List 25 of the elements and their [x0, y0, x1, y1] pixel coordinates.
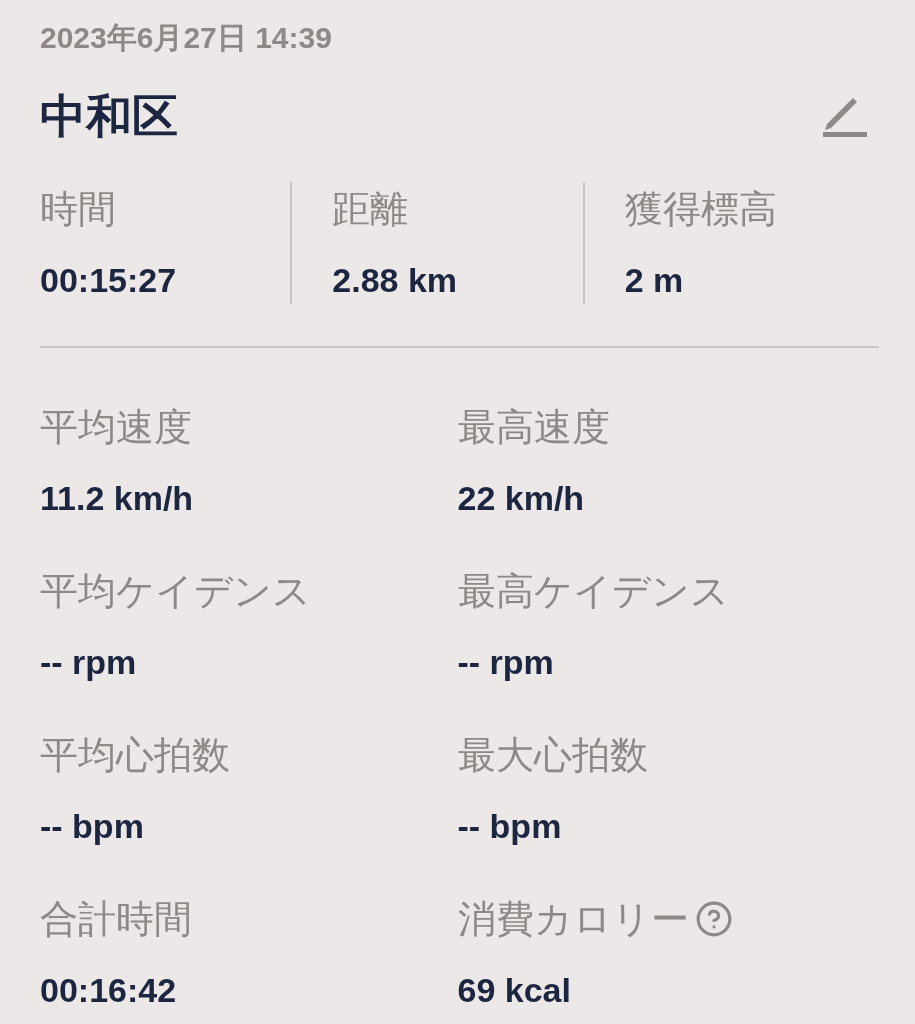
stat-value: 22 km/h	[457, 478, 586, 518]
stat-label: 合計時間	[40, 897, 192, 942]
stat-value: 00:16:42	[40, 970, 178, 1010]
stat-label: 時間	[40, 187, 117, 232]
stat-value: 69 kcal	[457, 970, 572, 1010]
stat-value: 00:15:27	[40, 260, 178, 300]
stat-label: 最高速度	[457, 405, 610, 450]
stat-label: 最大心拍数	[457, 733, 648, 778]
stat-label: 平均心拍数	[40, 733, 230, 778]
stat-value: -- rpm	[40, 642, 138, 682]
stat-label: 距離	[332, 187, 410, 232]
page-title: 中和区	[40, 89, 178, 144]
stat-label: 平均速度	[40, 405, 192, 450]
stat-value: 2 m	[624, 260, 685, 300]
stat-value: -- bpm	[40, 806, 145, 846]
date-time: 2023年6月27日 14:39	[40, 20, 333, 56]
stat-value: 11.2 km/h	[40, 478, 195, 518]
stat-value: -- rpm	[457, 642, 555, 682]
stat-label: 平均ケイデンス	[40, 569, 311, 614]
stat-label: 消費カロリー	[457, 897, 689, 942]
stat-value: -- bpm	[457, 806, 563, 846]
stat-value: 2.88 km	[332, 260, 459, 300]
stat-label: 最高ケイデンス	[457, 569, 729, 614]
help-icon[interactable]	[694, 900, 733, 938]
stat-label: 獲得標高	[624, 187, 778, 232]
